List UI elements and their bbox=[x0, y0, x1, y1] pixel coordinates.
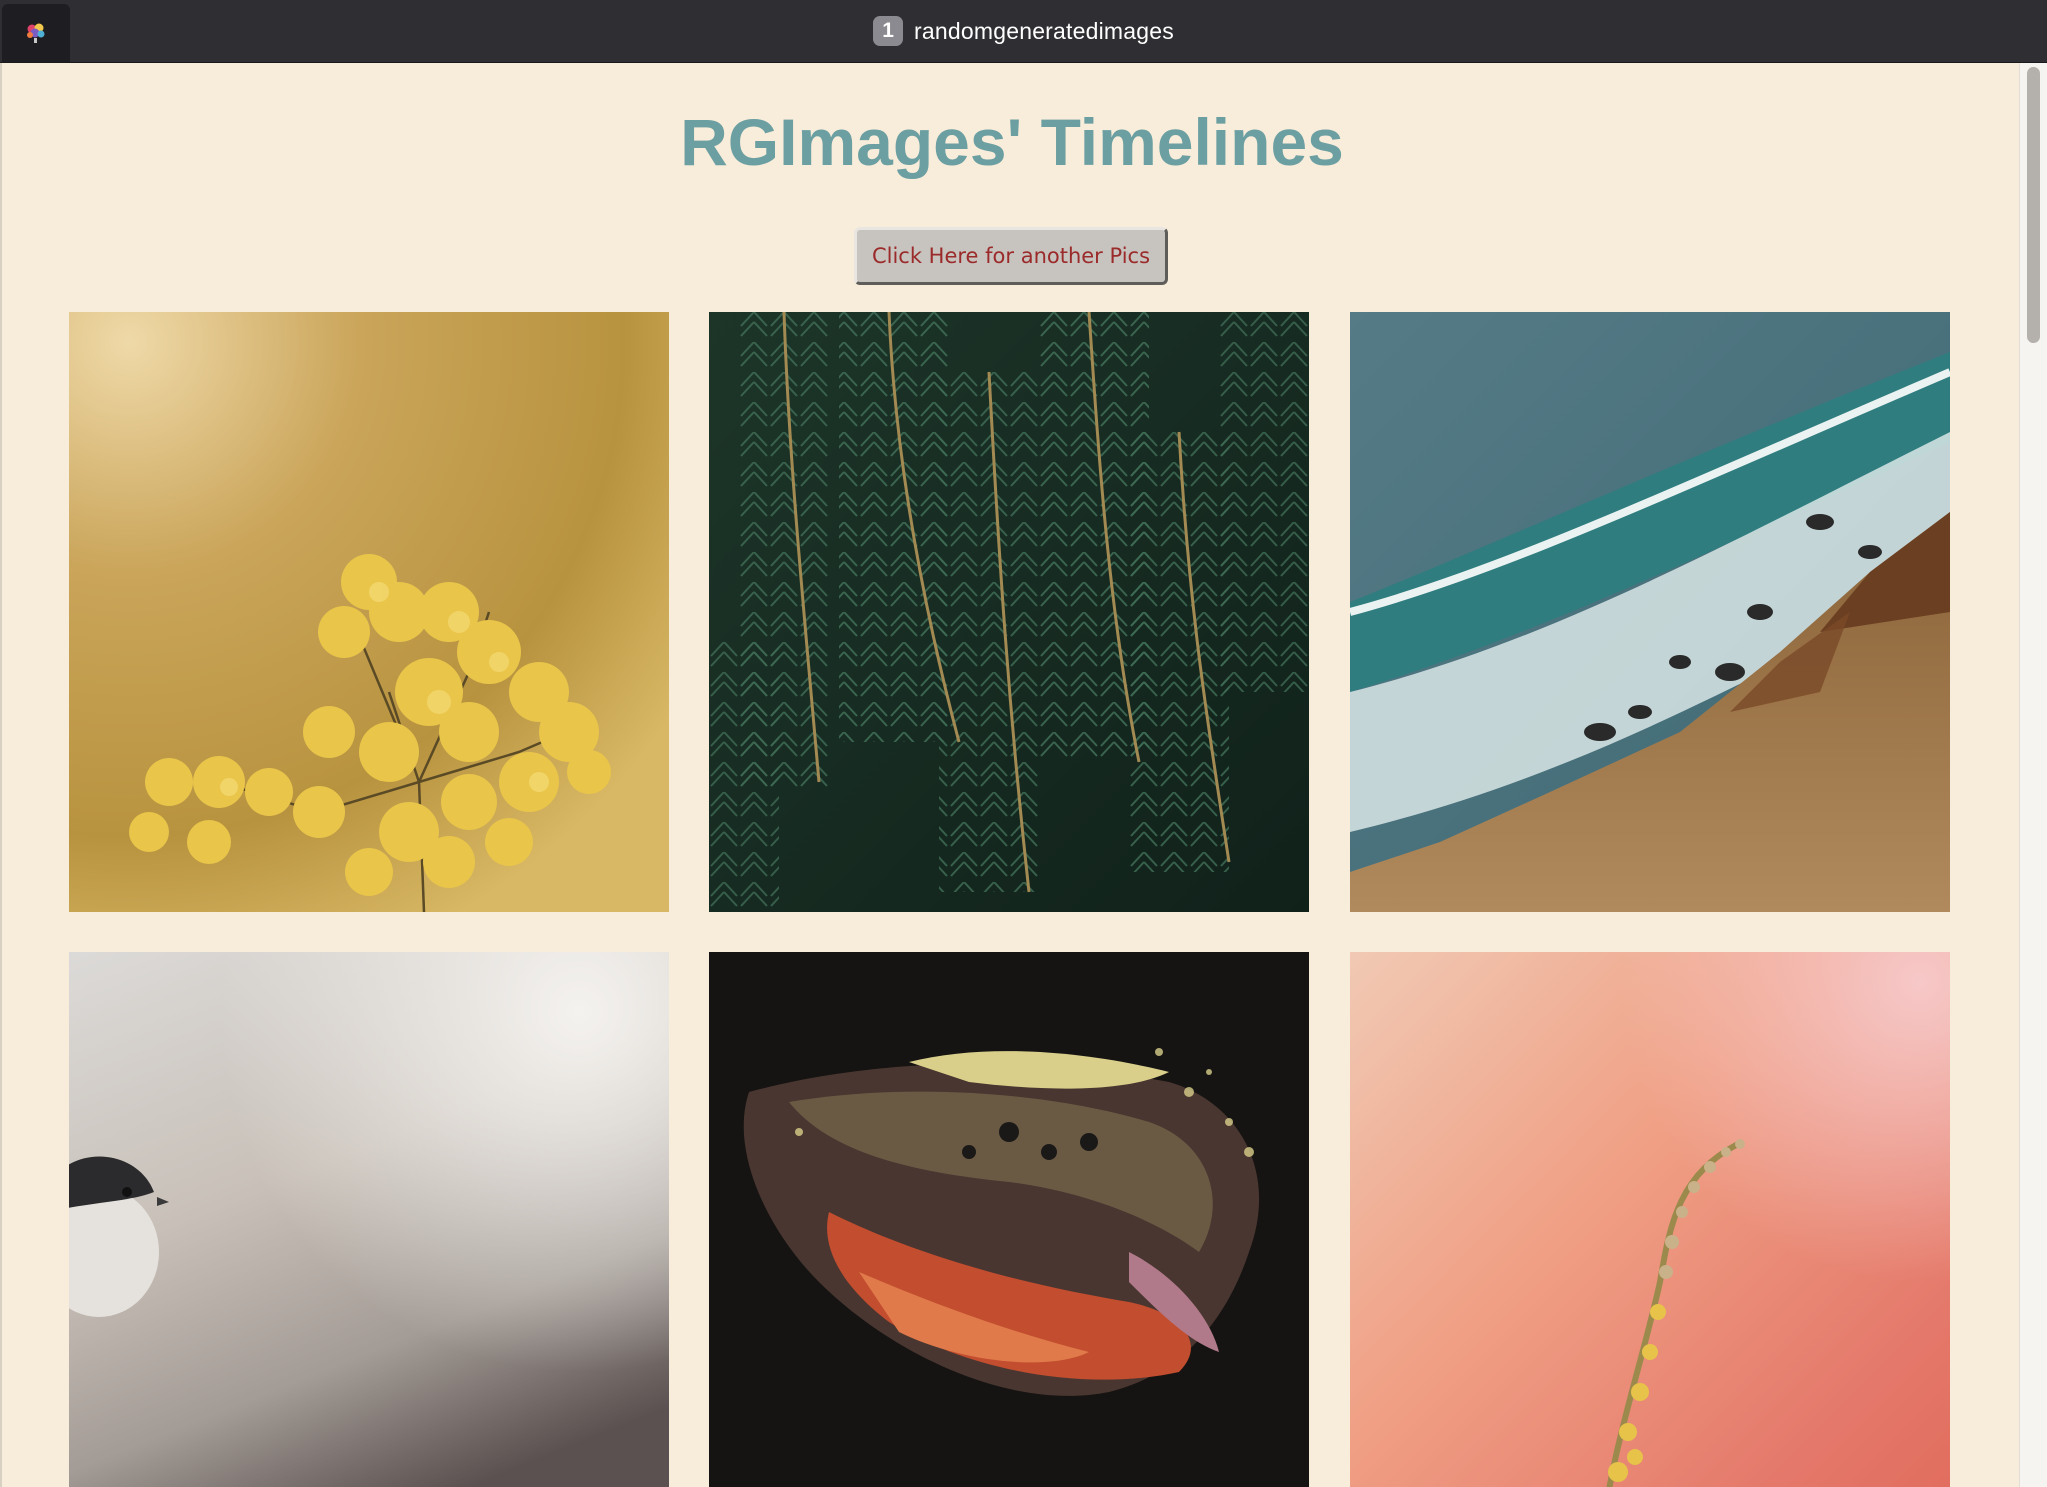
photo-ocean-waves-coastline[interactable] bbox=[1350, 312, 1950, 912]
photo-green-spruce-branches[interactable] bbox=[709, 312, 1309, 912]
photo-image bbox=[69, 952, 669, 1487]
page-viewport: RGImages' Timelines Click Here for anoth… bbox=[0, 63, 2047, 1487]
photo-small-bird-on-branch[interactable] bbox=[69, 952, 669, 1487]
photo-image bbox=[709, 952, 1309, 1487]
photo-yellow-mimosa-flowers[interactable] bbox=[69, 312, 669, 912]
photo-abstract-fluid-art[interactable] bbox=[709, 952, 1309, 1487]
flower-bouquet-icon bbox=[27, 23, 45, 43]
window-title: randomgeneratedimages bbox=[914, 17, 1174, 44]
photo-image bbox=[709, 312, 1309, 912]
tab-count-badge: 1 bbox=[873, 16, 904, 46]
browser-window: 1 randomgeneratedimages RGImages' Timeli… bbox=[0, 0, 2047, 1487]
scrollbar[interactable] bbox=[2019, 63, 2047, 1487]
photo-image bbox=[1350, 952, 1950, 1487]
title-bar: 1 randomgeneratedimages bbox=[0, 0, 2047, 63]
site-favicon-tab[interactable] bbox=[2, 4, 70, 62]
scrollbar-thumb[interactable] bbox=[2027, 67, 2040, 343]
photo-image bbox=[1350, 312, 1950, 912]
photo-image bbox=[69, 312, 669, 912]
photo-yellow-flower-stem-on-pink[interactable] bbox=[1350, 952, 1950, 1487]
page-title: RGImages' Timelines bbox=[680, 105, 1344, 179]
another-pics-button[interactable]: Click Here for another Pics bbox=[854, 227, 1168, 285]
